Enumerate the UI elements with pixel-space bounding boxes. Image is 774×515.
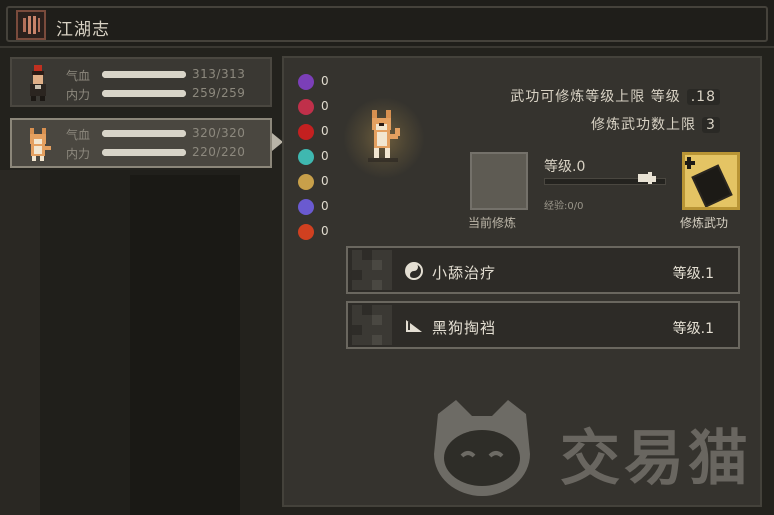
hp-label: 气血 bbox=[66, 69, 91, 83]
title-bar: 江湖志 bbox=[0, 0, 774, 48]
skill-name: 黑狗掏裆 bbox=[432, 319, 497, 337]
status-row: 0 bbox=[294, 197, 334, 217]
guild-logo-icon bbox=[16, 10, 46, 40]
mp-bar-fill bbox=[102, 90, 186, 97]
max-count-line: 修炼武功数上限 3 bbox=[591, 114, 720, 134]
skill-row[interactable]: 黑狗掏裆 等级.1 bbox=[346, 301, 740, 349]
hero-portrait bbox=[18, 63, 58, 103]
status-count: 0 bbox=[321, 224, 329, 238]
dog-sprite-icon bbox=[368, 110, 400, 162]
page-title: 江湖志 bbox=[56, 20, 110, 40]
status-row: 0 bbox=[294, 72, 334, 92]
claw-icon bbox=[404, 316, 424, 336]
hp-bar bbox=[102, 71, 186, 78]
mp-label: 内力 bbox=[66, 88, 91, 102]
skill-thumbnail bbox=[352, 250, 392, 290]
status-count: 0 bbox=[321, 99, 329, 113]
status-row: 0 bbox=[294, 147, 334, 167]
mp-bar-fill bbox=[102, 149, 186, 156]
skill-level: 等级.1 bbox=[672, 321, 714, 337]
train-skill-label: 修炼武功 bbox=[680, 216, 729, 230]
broken-heart-icon bbox=[298, 99, 314, 115]
status-row: 0 bbox=[294, 222, 334, 242]
hp-value: 320/320 bbox=[192, 126, 246, 140]
status-count: 0 bbox=[321, 149, 329, 163]
hp-bar bbox=[102, 130, 186, 137]
mp-label: 内力 bbox=[66, 147, 91, 161]
flame-icon bbox=[298, 224, 314, 240]
cat-logo-icon bbox=[422, 394, 542, 498]
status-row: 0 bbox=[294, 97, 334, 117]
cyan-skull-icon bbox=[298, 149, 314, 165]
skill-thumbnail bbox=[352, 305, 392, 345]
blue-orb-icon bbox=[298, 199, 314, 215]
mp-value: 259/259 bbox=[192, 86, 246, 100]
red-burst-icon bbox=[298, 124, 314, 140]
mp-bar bbox=[102, 149, 186, 156]
sparkle-icon bbox=[298, 174, 314, 190]
watermark-text: 交易猫 bbox=[560, 424, 752, 494]
max-count-label: 修炼武功数上限 bbox=[591, 117, 696, 133]
character-card-hero[interactable]: 气血 313/313 内力 259/259 bbox=[10, 57, 272, 107]
pointer-hand-icon bbox=[636, 168, 658, 188]
max-level-label: 武功可修炼等级上限 等级 bbox=[510, 89, 681, 105]
purple-skull-icon bbox=[298, 74, 314, 90]
xp-label: 经验:0/0 bbox=[544, 201, 584, 212]
hp-label: 气血 bbox=[66, 128, 91, 142]
training-level-label: 等级.0 bbox=[544, 159, 586, 175]
status-row: 0 bbox=[294, 172, 334, 192]
current-training-slot[interactable] bbox=[470, 152, 528, 210]
mp-value: 220/220 bbox=[192, 145, 246, 159]
max-level-line: 武功可修炼等级上限 等级 .18 bbox=[510, 86, 720, 106]
skill-level: 等级.1 bbox=[672, 266, 714, 282]
mp-bar bbox=[102, 90, 186, 97]
skill-row[interactable]: 小舔治疗 等级.1 bbox=[346, 246, 740, 294]
yin-yang-icon bbox=[404, 261, 424, 281]
status-count: 0 bbox=[321, 199, 329, 213]
current-training-label: 当前修炼 bbox=[468, 216, 517, 230]
status-count: 0 bbox=[321, 124, 329, 138]
character-card-dog[interactable]: 气血 320/320 内力 220/220 bbox=[10, 118, 272, 168]
hp-bar-fill bbox=[102, 71, 186, 78]
status-row: 0 bbox=[294, 122, 334, 142]
status-count: 0 bbox=[321, 74, 329, 88]
hp-bar-fill bbox=[102, 130, 186, 137]
skill-name: 小舔治疗 bbox=[432, 264, 497, 282]
train-skill-button[interactable] bbox=[682, 152, 740, 210]
max-count-value: 3 bbox=[702, 117, 720, 133]
dog-portrait bbox=[18, 124, 58, 164]
title-frame bbox=[6, 6, 768, 42]
pet-sprite bbox=[344, 98, 424, 178]
status-count: 0 bbox=[321, 174, 329, 188]
book-plus-icon bbox=[683, 157, 733, 208]
watermark: 交易猫 bbox=[420, 392, 760, 502]
hp-value: 313/313 bbox=[192, 67, 246, 81]
max-level-value: .18 bbox=[686, 89, 720, 105]
